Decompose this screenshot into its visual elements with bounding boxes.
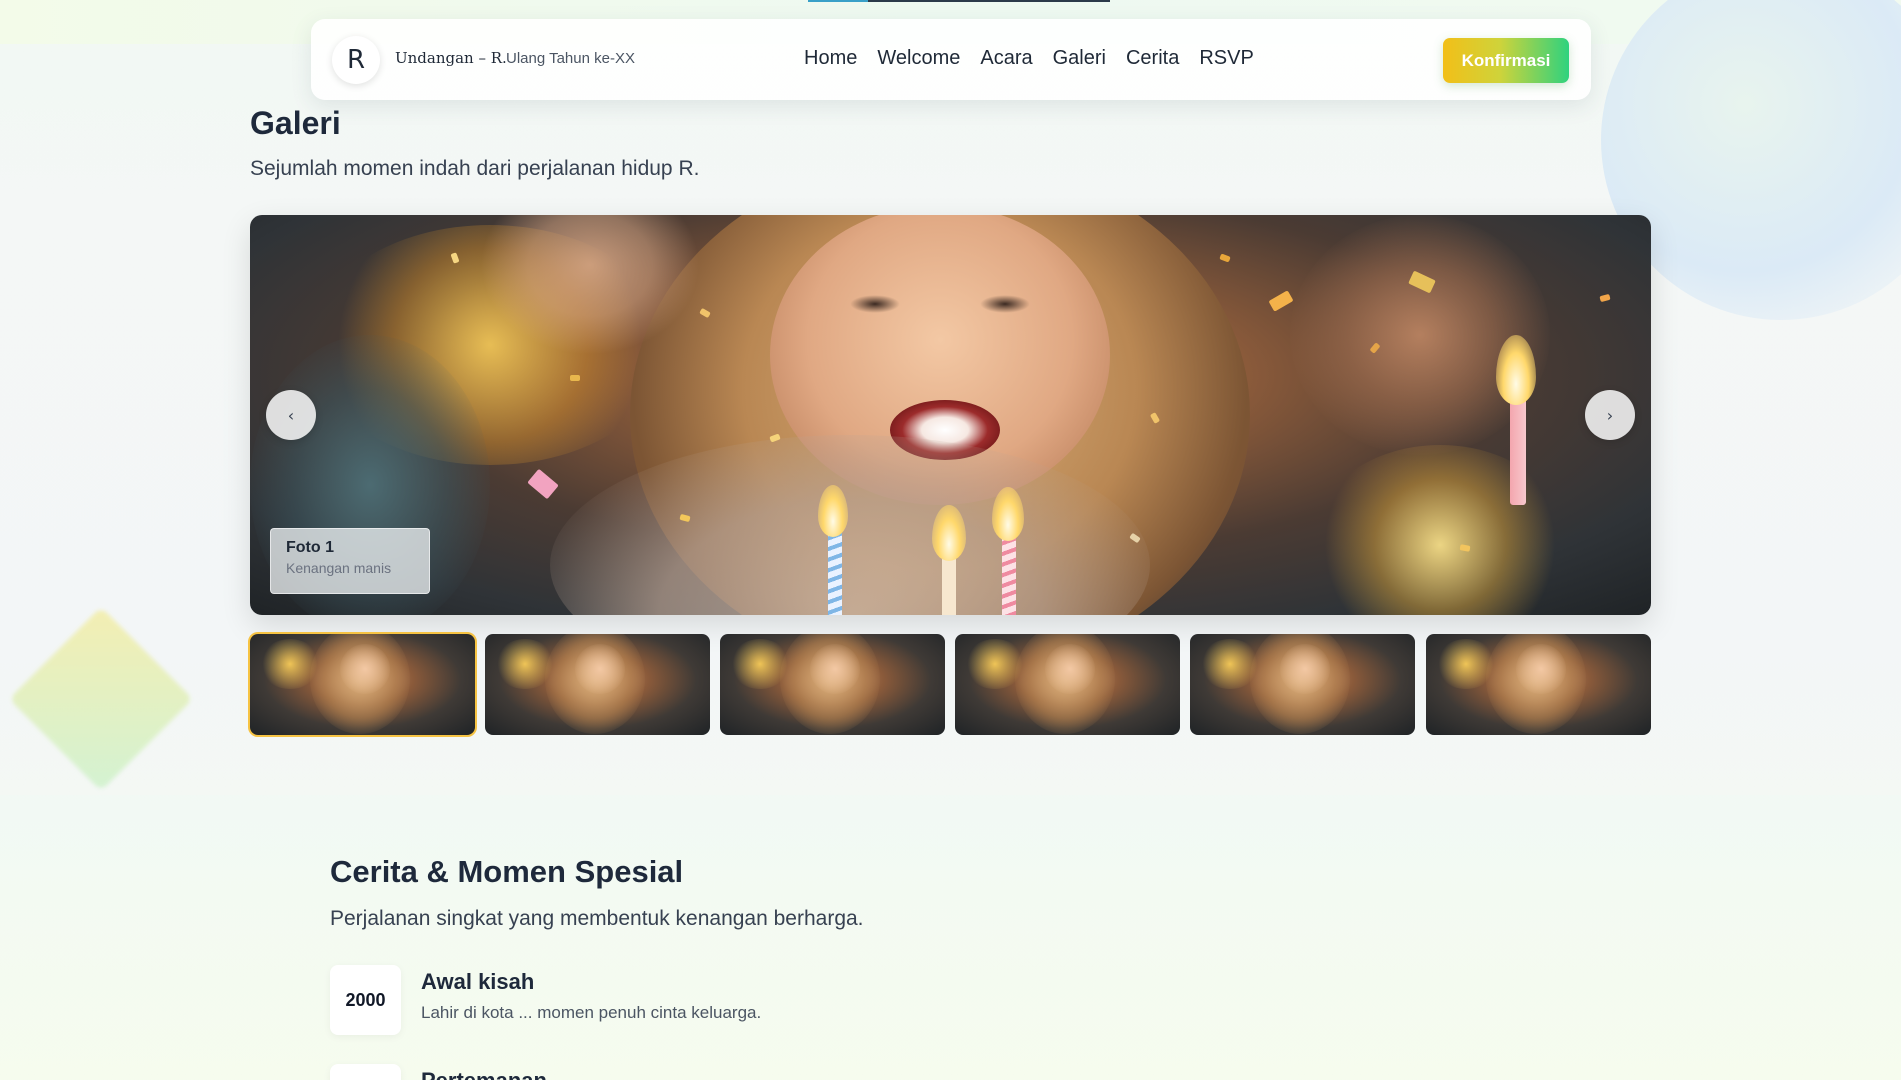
thumbnail-2[interactable]: [485, 634, 710, 735]
caption-title: Foto 1: [286, 539, 334, 556]
nav-link-rsvp[interactable]: RSVP: [1199, 47, 1253, 70]
thumbnail-6[interactable]: [1426, 634, 1651, 735]
timeline-item-description: Lahir di kota ... momen penuh cinta kelu…: [421, 1003, 762, 1022]
scroll-progress-bar: [808, 0, 1110, 2]
decorative-diamond: [9, 607, 193, 791]
brand-subtitle: Ulang Tahun ke-XX: [506, 50, 635, 67]
thumbnail-1[interactable]: [248, 632, 477, 737]
gallery-subtitle: Sejumlah momen indah dari perjalanan hid…: [250, 157, 700, 180]
thumbnail-image: [720, 634, 945, 735]
thumbnail-3[interactable]: [720, 634, 945, 735]
story-section-background: [0, 795, 1901, 1080]
story-subtitle: Perjalanan singkat yang membentuk kenang…: [330, 907, 864, 930]
timeline-item-title: Awal kisah: [421, 969, 535, 994]
gallery-next-button[interactable]: ›: [1585, 390, 1635, 440]
brand-name[interactable]: Undangan – R.: [395, 49, 507, 67]
confirm-button[interactable]: Konfirmasi: [1443, 38, 1569, 83]
brand-logo[interactable]: R: [332, 36, 380, 84]
scroll-progress-fill: [808, 0, 868, 2]
thumbnail-image: [1426, 634, 1651, 735]
thumbnail-5[interactable]: [1190, 634, 1415, 735]
thumbnail-4[interactable]: [955, 634, 1180, 735]
timeline-year: [330, 1064, 401, 1080]
nav-link-cerita[interactable]: Cerita: [1126, 47, 1179, 70]
nav-link-acara[interactable]: Acara: [980, 47, 1032, 70]
caption-description: Kenangan manis: [286, 560, 392, 576]
gallery-thumbnails: [248, 632, 1651, 737]
story-title: Cerita & Momen Spesial: [330, 854, 684, 889]
nav-link-welcome[interactable]: Welcome: [877, 47, 960, 70]
thumbnail-image: [1190, 634, 1415, 735]
thumbnail-image: [250, 634, 475, 735]
thumbnail-image: [955, 634, 1180, 735]
timeline-item: Pertemanan: [330, 1064, 1230, 1080]
gallery-main-photo: [250, 215, 1651, 615]
nav-link-galeri[interactable]: Galeri: [1053, 47, 1106, 70]
photo-caption: Foto 1 Kenangan manis: [270, 528, 430, 594]
thumbnail-image: [485, 634, 710, 735]
timeline-item-title: Pertemanan: [421, 1068, 547, 1080]
timeline-year: 2000: [330, 965, 401, 1035]
timeline-item: 2000 Awal kisah Lahir di kota ... momen …: [330, 965, 1230, 1035]
navbar: R Undangan – R. Ulang Tahun ke-XX Home W…: [311, 19, 1591, 100]
gallery-slider[interactable]: ‹ › Foto 1 Kenangan manis: [250, 215, 1651, 615]
gallery-title: Galeri: [250, 105, 341, 141]
nav-links: Home Welcome Acara Galeri Cerita RSVP: [804, 47, 1274, 70]
gallery-prev-button[interactable]: ‹: [266, 390, 316, 440]
nav-link-home[interactable]: Home: [804, 47, 857, 70]
